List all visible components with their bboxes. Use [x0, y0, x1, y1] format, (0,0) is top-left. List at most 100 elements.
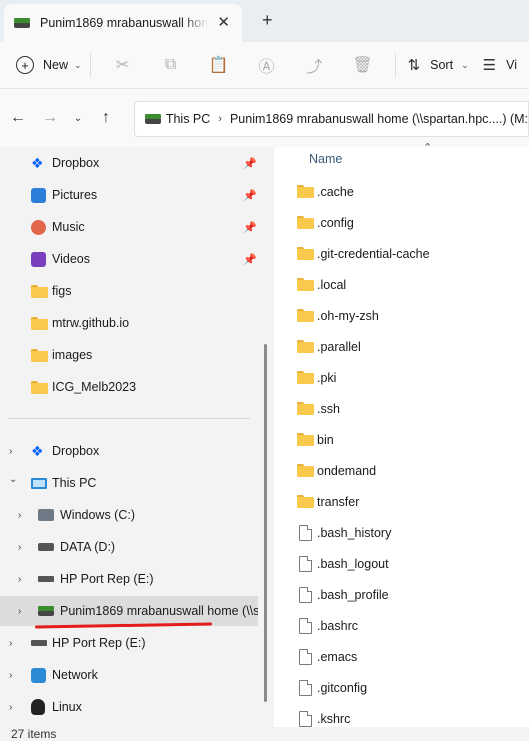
nav-item-mtrw-github-io[interactable]: mtrw.github.io: [0, 308, 258, 338]
folder-icon: [297, 340, 314, 353]
up-arrow-icon[interactable]: ↑: [90, 109, 122, 127]
file-row[interactable]: .bashrc: [274, 610, 529, 641]
file-row[interactable]: .bash_history: [274, 517, 529, 548]
item-name: .kshrc: [317, 711, 351, 726]
tab-title: Punim1869 mrabanuswall home: [40, 16, 208, 30]
chevron-right-icon[interactable]: ›: [18, 606, 21, 617]
back-arrow-icon[interactable]: ←: [2, 109, 34, 127]
nav-scrollbar-thumb[interactable]: [264, 344, 267, 702]
tab-bar: Punim1869 mrabanuswall home ✕ +: [0, 0, 529, 42]
rename-icon[interactable]: Ⓐ: [243, 53, 291, 77]
item-name: .emacs: [317, 649, 358, 664]
nav-item-label: mtrw.github.io: [52, 316, 130, 330]
pin-icon[interactable]: 📌: [243, 157, 257, 170]
address-bar[interactable]: › This PC › Punim1869 mrabanuswall home …: [134, 101, 529, 137]
sort-ascending-icon: ⌃: [423, 142, 433, 154]
folder-row[interactable]: .oh-my-zsh: [274, 300, 529, 331]
nav-item-dropbox[interactable]: › ❖ Dropbox: [0, 436, 258, 466]
nav-scrollbar[interactable]: [262, 147, 270, 722]
folder-row[interactable]: ondemand: [274, 455, 529, 486]
folder-row[interactable]: .git-credential-cache: [274, 238, 529, 269]
nav-item-figs[interactable]: figs: [0, 276, 258, 306]
nav-item-label: Music: [52, 220, 85, 234]
plus-icon: +: [16, 56, 34, 74]
nav-item-label: HP Port Rep (E:): [52, 636, 146, 650]
folder-icon: [31, 348, 48, 362]
sort-icon: ⇅: [407, 57, 421, 74]
file-row[interactable]: .gitconfig: [274, 672, 529, 703]
nav-item-label: Windows (C:): [60, 508, 136, 522]
close-icon[interactable]: ✕: [217, 13, 230, 31]
file-row[interactable]: .emacs: [274, 641, 529, 672]
view-button[interactable]: ☰ Vi: [483, 56, 517, 74]
chevron-down-icon[interactable]: ⌄: [9, 474, 17, 485]
nav-item-videos[interactable]: Videos 📌: [0, 244, 258, 274]
chevron-right-icon[interactable]: ›: [18, 542, 21, 553]
forward-arrow-icon[interactable]: →: [34, 109, 66, 127]
folder-row[interactable]: .pki: [274, 362, 529, 393]
folder-row[interactable]: .local: [274, 269, 529, 300]
folder-icon: [297, 309, 314, 322]
file-icon: [299, 617, 312, 634]
network-drive-icon: [38, 606, 54, 616]
folder-row[interactable]: .cache: [274, 176, 529, 207]
file-row[interactable]: .bash_logout: [274, 548, 529, 579]
tab-active[interactable]: Punim1869 mrabanuswall home ✕: [4, 4, 242, 42]
nav-item-data-d[interactable]: › DATA (D:): [0, 532, 258, 562]
nav-item-music[interactable]: Music 📌: [0, 212, 258, 242]
folder-row[interactable]: bin: [274, 424, 529, 455]
new-button[interactable]: + New ⌄: [16, 56, 82, 74]
nav-item-images[interactable]: images: [0, 340, 258, 370]
nav-item-hp-port-rep-e[interactable]: › HP Port Rep (E:): [0, 564, 258, 594]
chevron-right-icon[interactable]: ›: [18, 574, 21, 585]
network-drive-icon: [14, 18, 30, 28]
copy-icon[interactable]: ⧉: [147, 56, 195, 74]
share-icon[interactable]: ⤴: [291, 53, 339, 77]
chevron-right-icon[interactable]: ›: [18, 510, 21, 521]
folder-row[interactable]: .parallel: [274, 331, 529, 362]
delete-icon[interactable]: 🗑: [339, 55, 387, 75]
chevron-right-icon[interactable]: ›: [9, 670, 12, 681]
pin-icon[interactable]: 📌: [243, 189, 257, 202]
nav-item-windows-c[interactable]: › Windows (C:): [0, 500, 258, 530]
recent-locations-chevron-icon[interactable]: ⌄: [66, 113, 90, 124]
nav-item-this-pc[interactable]: ⌄ This PC: [0, 468, 258, 498]
folder-row[interactable]: .ssh: [274, 393, 529, 424]
new-label: New: [43, 58, 69, 72]
folder-icon: [297, 433, 314, 446]
drive-icon: [38, 543, 54, 551]
breadcrumb-this-pc[interactable]: This PC: [166, 112, 210, 126]
file-row[interactable]: .kshrc: [274, 703, 529, 734]
nav-item-pictures[interactable]: Pictures 📌: [0, 180, 258, 210]
nav-item-punim1869-home[interactable]: › Punim1869 mrabanuswall home (\\spartan…: [0, 596, 258, 626]
chevron-right-icon[interactable]: ›: [9, 638, 12, 649]
chevron-right-icon[interactable]: ›: [218, 113, 222, 125]
chevron-right-icon[interactable]: ›: [9, 702, 12, 713]
nav-item-hp-port-rep-e-2[interactable]: › HP Port Rep (E:): [0, 628, 258, 658]
file-icon: [299, 586, 312, 603]
sort-button[interactable]: ⇅ Sort ⌄: [408, 56, 469, 74]
usb-drive-icon: [31, 640, 47, 646]
item-name: transfer: [317, 494, 360, 509]
address-bar-row: ← → ⌄ ↑ › This PC › Punim1869 mrabanuswa…: [0, 89, 529, 147]
network-icon: [31, 667, 46, 683]
file-icon: [299, 710, 312, 727]
folder-row[interactable]: transfer: [274, 486, 529, 517]
cut-icon[interactable]: ✂: [99, 55, 147, 75]
chevron-right-icon[interactable]: ›: [9, 446, 12, 457]
breadcrumb-current[interactable]: Punim1869 mrabanuswall home (\\spartan.h…: [230, 112, 528, 126]
nav-item-linux[interactable]: › Linux: [0, 692, 258, 722]
nav-item-network[interactable]: › Network: [0, 660, 258, 690]
pin-icon[interactable]: 📌: [243, 221, 257, 234]
folder-row[interactable]: .config: [274, 207, 529, 238]
file-icon: [299, 648, 312, 665]
pin-icon[interactable]: 📌: [243, 253, 257, 266]
nav-item-dropbox-quick[interactable]: ❖ Dropbox 📌: [0, 148, 258, 178]
file-row[interactable]: .bash_profile: [274, 579, 529, 610]
paste-icon[interactable]: 📋: [195, 55, 243, 75]
nav-item-icg-melb2023[interactable]: ICG_Melb2023: [0, 372, 258, 402]
item-name: .bash_profile: [317, 587, 389, 602]
nav-divider: [8, 418, 250, 419]
new-tab-button[interactable]: +: [262, 10, 273, 31]
column-header-name[interactable]: Name: [309, 152, 342, 166]
